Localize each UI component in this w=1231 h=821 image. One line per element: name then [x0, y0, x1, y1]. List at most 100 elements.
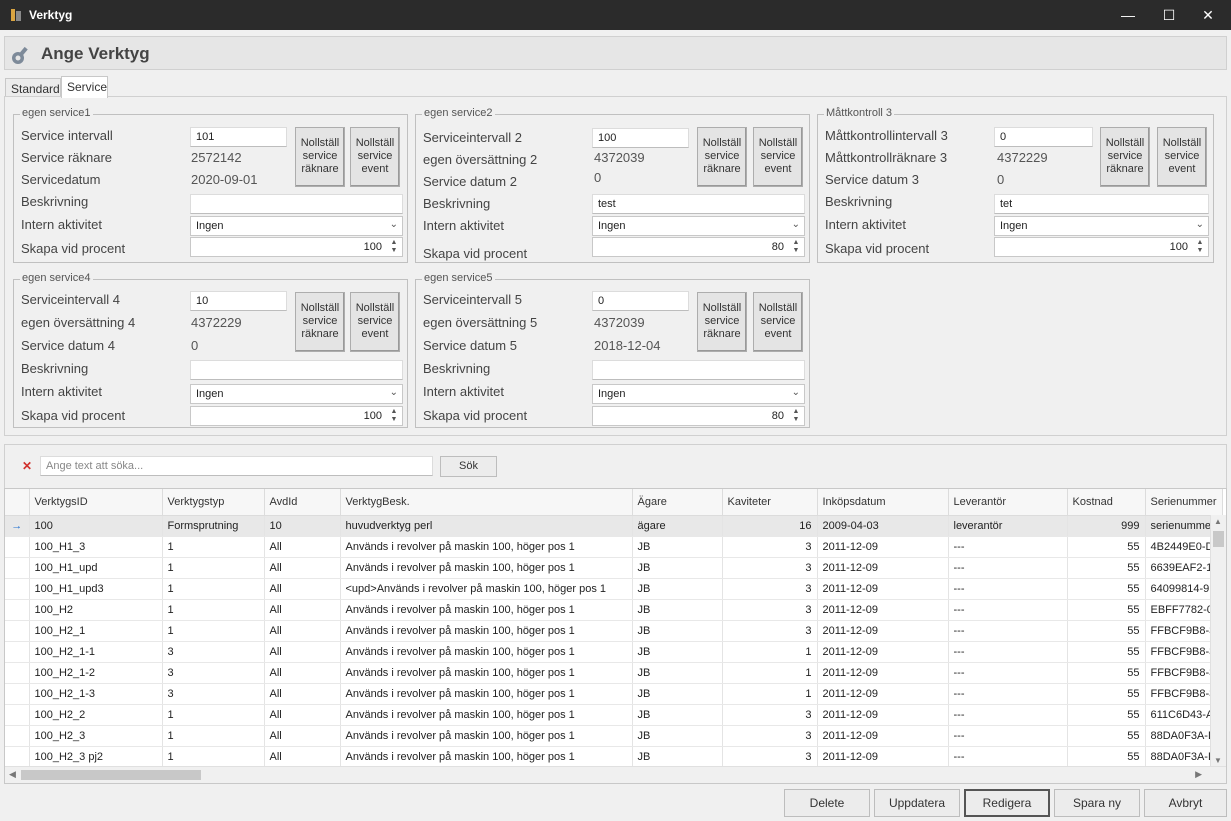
horizontal-scroll-thumb[interactable] [21, 770, 201, 780]
table-cell[interactable]: JB [632, 536, 723, 558]
description-input[interactable]: tet [994, 194, 1209, 214]
interval-input[interactable]: 101 [190, 127, 287, 147]
column-header[interactable]: Inköpsdatum [817, 489, 949, 516]
table-cell[interactable]: --- [948, 620, 1068, 642]
percent-spinner[interactable]: 100 ▲ ▼ [190, 406, 403, 426]
row-indicator[interactable] [5, 620, 30, 642]
table-cell[interactable]: 10 [264, 515, 341, 537]
table-cell[interactable]: All [264, 557, 341, 579]
table-cell[interactable]: JB [632, 704, 723, 726]
table-cell[interactable]: 2011-12-09 [817, 704, 949, 726]
table-cell[interactable]: 100_H1_upd3 [29, 578, 163, 600]
table-cell[interactable]: 3 [722, 620, 818, 642]
table-cell[interactable]: All [264, 704, 341, 726]
spin-up-icon[interactable]: ▲ [791, 239, 801, 247]
table-cell[interactable]: 100_H2_1-3 [29, 683, 163, 705]
spin-down-icon[interactable]: ▼ [791, 247, 801, 255]
interval-input[interactable]: 100 [592, 128, 689, 148]
table-cell[interactable]: 1 [722, 683, 818, 705]
table-cell[interactable]: 100_H2_1-1 [29, 641, 163, 663]
tab-service[interactable]: Service [61, 76, 108, 98]
row-indicator[interactable] [5, 599, 30, 621]
table-cell[interactable]: 55 [1067, 557, 1146, 579]
table-cell[interactable]: --- [948, 746, 1068, 768]
column-header[interactable]: AvdId [264, 489, 341, 516]
reset-service-counter-button[interactable]: Nollställ service räknare [295, 292, 345, 352]
table-cell[interactable]: Används i revolver på maskin 100, höger … [340, 746, 633, 768]
table-cell[interactable]: 3 [722, 725, 818, 747]
scroll-up-icon[interactable]: ▲ [1214, 517, 1222, 526]
vertical-scrollbar[interactable]: ▲ ▼ [1210, 515, 1226, 767]
table-cell[interactable]: 3 [722, 536, 818, 558]
table-cell[interactable]: 2011-12-09 [817, 536, 949, 558]
column-header[interactable]: Ägare [632, 489, 723, 516]
activity-select[interactable]: Ingen ⌄ [592, 384, 805, 404]
table-cell[interactable]: 100_H2_1-2 [29, 662, 163, 684]
table-cell[interactable]: 1 [162, 746, 265, 768]
minimize-icon[interactable]: — [1105, 0, 1151, 30]
cancel-button[interactable]: Avbryt [1144, 789, 1227, 817]
table-cell[interactable]: --- [948, 704, 1068, 726]
table-cell[interactable]: All [264, 578, 341, 600]
table-row[interactable]: → 100 Formsprutning 10 huvudverktyg perl ägar… [5, 515, 1223, 537]
table-cell[interactable]: --- [948, 662, 1068, 684]
table-cell[interactable]: <upd>Används i revolver på maskin 100, h… [340, 578, 633, 600]
table-cell[interactable]: JB [632, 557, 723, 579]
reset-service-event-button[interactable]: Nollställ service event [350, 292, 400, 352]
table-row[interactable]: 100_H1_3 1 All Används i revolver på maskin… [5, 536, 1223, 558]
table-cell[interactable]: All [264, 683, 341, 705]
tab-standard[interactable]: Standard [5, 78, 61, 98]
search-button[interactable]: Sök [440, 456, 497, 477]
scroll-right-icon[interactable]: ▶ [1195, 769, 1202, 780]
table-row[interactable]: 100_H2 1 All Används i revolver på maskin 1… [5, 599, 1223, 621]
table-cell[interactable]: 2011-12-09 [817, 599, 949, 621]
table-cell[interactable]: 3 [722, 557, 818, 579]
table-cell[interactable]: 1 [162, 620, 265, 642]
activity-select[interactable]: Ingen ⌄ [994, 216, 1209, 236]
table-cell[interactable]: 1 [162, 725, 265, 747]
table-cell[interactable]: 55 [1067, 641, 1146, 663]
interval-input[interactable]: 0 [592, 291, 689, 311]
column-header[interactable]: Kaviteter [722, 489, 818, 516]
table-cell[interactable]: 2011-12-09 [817, 578, 949, 600]
table-cell[interactable]: Används i revolver på maskin 100, höger … [340, 641, 633, 663]
table-cell[interactable]: 1 [722, 641, 818, 663]
percent-spinner[interactable]: 80 ▲ ▼ [592, 406, 805, 426]
interval-input[interactable]: 0 [994, 127, 1093, 147]
save-new-button[interactable]: Spara ny [1054, 789, 1140, 817]
spin-down-icon[interactable]: ▼ [791, 416, 801, 424]
table-cell[interactable]: --- [948, 641, 1068, 663]
update-button[interactable]: Uppdatera [874, 789, 960, 817]
reset-service-counter-button[interactable]: Nollställ service räknare [697, 292, 747, 352]
percent-spinner[interactable]: 80 ▲ ▼ [592, 237, 805, 257]
spin-up-icon[interactable]: ▲ [1195, 239, 1205, 247]
reset-service-event-button[interactable]: Nollställ service event [350, 127, 400, 187]
spin-down-icon[interactable]: ▼ [389, 247, 399, 255]
table-cell[interactable]: 1 [162, 599, 265, 621]
column-header[interactable]: VerktygsID [29, 489, 163, 516]
table-cell[interactable]: 2011-12-09 [817, 662, 949, 684]
table-cell[interactable]: Används i revolver på maskin 100, höger … [340, 662, 633, 684]
reset-service-event-button[interactable]: Nollställ service event [1157, 127, 1207, 187]
table-cell[interactable]: 100_H1_upd [29, 557, 163, 579]
table-cell[interactable]: 2011-12-09 [817, 557, 949, 579]
table-cell[interactable]: All [264, 620, 341, 642]
table-cell[interactable]: Används i revolver på maskin 100, höger … [340, 557, 633, 579]
table-row[interactable]: 100_H1_upd3 1 All <upd>Används i revolver p… [5, 578, 1223, 600]
row-indicator[interactable] [5, 662, 30, 684]
interval-input[interactable]: 10 [190, 291, 287, 311]
row-indicator[interactable] [5, 536, 30, 558]
table-cell[interactable]: huvudverktyg perl [340, 515, 633, 537]
table-cell[interactable]: 55 [1067, 599, 1146, 621]
row-indicator[interactable] [5, 578, 30, 600]
table-cell[interactable]: 1 [162, 578, 265, 600]
table-cell[interactable]: JB [632, 725, 723, 747]
spin-down-icon[interactable]: ▼ [389, 416, 399, 424]
table-cell[interactable]: 2009-04-03 [817, 515, 949, 537]
table-cell[interactable]: All [264, 536, 341, 558]
table-cell[interactable]: --- [948, 536, 1068, 558]
table-cell[interactable]: 2011-12-09 [817, 620, 949, 642]
description-input[interactable] [592, 360, 805, 380]
table-cell[interactable]: 16 [722, 515, 818, 537]
table-cell[interactable]: 55 [1067, 704, 1146, 726]
